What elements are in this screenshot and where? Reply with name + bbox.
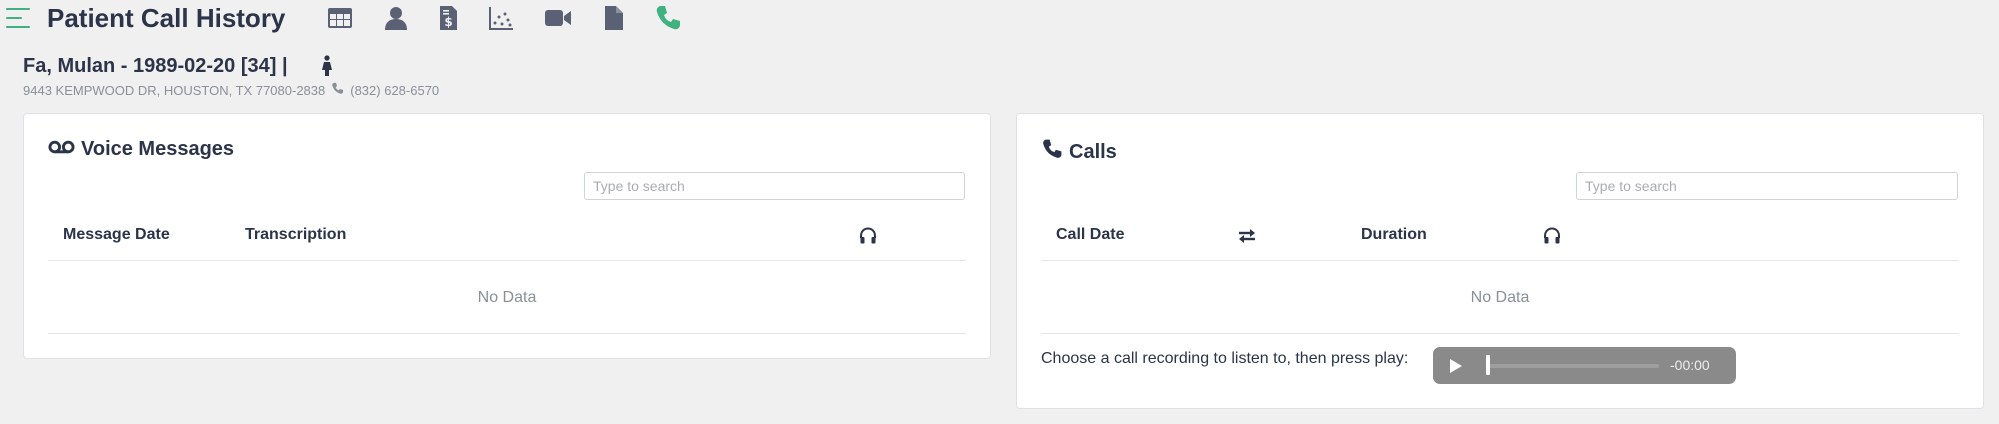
calls-title-text: Calls	[1069, 140, 1117, 163]
female-icon	[320, 55, 334, 77]
headphones-icon[interactable]	[859, 227, 877, 245]
column-header-call-date[interactable]: Call Date	[1056, 226, 1124, 244]
phone-icon	[1041, 138, 1063, 166]
calls-empty-text: No Data	[1470, 289, 1530, 306]
page-title: Patient Call History	[47, 3, 286, 33]
calls-title: Calls	[1041, 138, 1117, 166]
table-header-divider	[1041, 260, 1959, 261]
swap-arrows-icon[interactable]	[1237, 227, 1257, 245]
document-icon[interactable]	[600, 4, 628, 32]
voice-messages-title: Voice Messages	[48, 138, 234, 161]
patient-contact: 9443 KEMPWOOD DR, HOUSTON, TX 77080-2838…	[23, 82, 439, 98]
phone-icon[interactable]	[654, 4, 682, 32]
billing-icon[interactable]: $	[434, 4, 462, 32]
video-icon[interactable]	[544, 4, 572, 32]
patient-address: 9443 KEMPWOOD DR, HOUSTON, TX 77080-2838	[23, 82, 326, 98]
calls-search-input[interactable]	[1576, 172, 1958, 200]
column-header-duration[interactable]: Duration	[1361, 226, 1427, 244]
user-icon[interactable]	[382, 4, 410, 32]
menu-icon[interactable]	[6, 8, 30, 30]
top-bar: Patient Call History $	[0, 0, 1999, 40]
seek-bar[interactable]	[1486, 364, 1659, 368]
player-time: -00:00	[1670, 357, 1710, 373]
voicemail-icon	[48, 138, 75, 161]
table-bottom-divider	[48, 333, 966, 334]
patient-name: Fa, Mulan - 1989-02-20 [34] |	[23, 55, 288, 77]
table-header-divider	[48, 260, 966, 261]
player-prompt: Choose a call recording to listen to, th…	[1041, 350, 1409, 367]
scatter-chart-icon[interactable]	[487, 4, 515, 32]
audio-player: -00:00	[1433, 347, 1736, 384]
table-bottom-divider	[1041, 333, 1959, 334]
patient-phone: (832) 628-6570	[350, 82, 440, 98]
table-icon[interactable]	[326, 4, 354, 32]
svg-text:$: $	[444, 15, 452, 29]
voice-messages-empty-text: No Data	[477, 289, 537, 306]
column-header-transcription[interactable]: Transcription	[245, 226, 346, 244]
phone-small-icon	[331, 82, 344, 98]
voice-messages-search-input[interactable]	[584, 172, 965, 200]
play-icon[interactable]	[1449, 358, 1463, 374]
column-header-message-date[interactable]: Message Date	[63, 226, 170, 244]
seek-handle[interactable]	[1486, 355, 1490, 375]
voice-messages-title-text: Voice Messages	[81, 138, 235, 160]
headphones-icon[interactable]	[1543, 227, 1561, 245]
